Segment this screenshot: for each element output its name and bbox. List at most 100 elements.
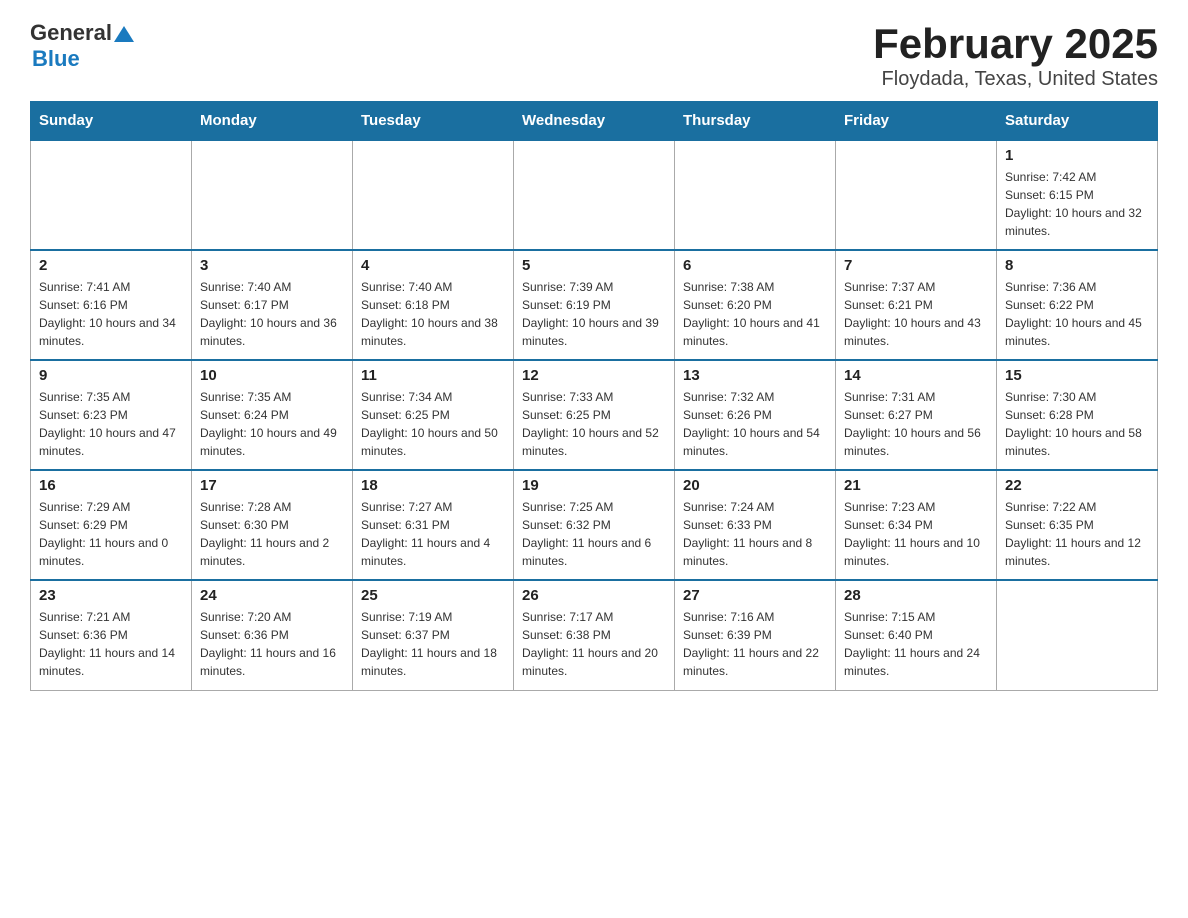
calendar-week-row: 2 Sunrise: 7:41 AM Sunset: 6:16 PM Daylig…	[31, 250, 1158, 360]
calendar-header-row: SundayMondayTuesdayWednesdayThursdayFrid…	[31, 102, 1158, 141]
day-info: Sunrise: 7:32 AM Sunset: 6:26 PM Dayligh…	[683, 388, 827, 460]
day-info: Sunrise: 7:37 AM Sunset: 6:21 PM Dayligh…	[844, 278, 988, 350]
calendar-cell: 10 Sunrise: 7:35 AM Sunset: 6:24 PM Dayli…	[192, 360, 353, 470]
day-number: 24	[200, 587, 344, 604]
calendar-cell	[997, 580, 1158, 690]
calendar-cell: 17 Sunrise: 7:28 AM Sunset: 6:30 PM Dayli…	[192, 470, 353, 580]
day-info: Sunrise: 7:28 AM Sunset: 6:30 PM Dayligh…	[200, 498, 344, 570]
day-number: 15	[1005, 367, 1149, 384]
calendar-cell: 11 Sunrise: 7:34 AM Sunset: 6:25 PM Dayli…	[353, 360, 514, 470]
day-number: 20	[683, 477, 827, 494]
day-info: Sunrise: 7:40 AM Sunset: 6:17 PM Dayligh…	[200, 278, 344, 350]
month-title: February 2025	[873, 20, 1158, 68]
calendar-cell: 27 Sunrise: 7:16 AM Sunset: 6:39 PM Dayli…	[675, 580, 836, 690]
calendar-cell: 19 Sunrise: 7:25 AM Sunset: 6:32 PM Dayli…	[514, 470, 675, 580]
day-number: 21	[844, 477, 988, 494]
calendar-cell: 3 Sunrise: 7:40 AM Sunset: 6:17 PM Daylig…	[192, 250, 353, 360]
calendar-cell	[675, 140, 836, 250]
day-info: Sunrise: 7:27 AM Sunset: 6:31 PM Dayligh…	[361, 498, 505, 570]
day-info: Sunrise: 7:38 AM Sunset: 6:20 PM Dayligh…	[683, 278, 827, 350]
day-number: 4	[361, 257, 505, 274]
day-info: Sunrise: 7:22 AM Sunset: 6:35 PM Dayligh…	[1005, 498, 1149, 570]
calendar-cell: 28 Sunrise: 7:15 AM Sunset: 6:40 PM Dayli…	[836, 580, 997, 690]
day-number: 18	[361, 477, 505, 494]
calendar-cell: 4 Sunrise: 7:40 AM Sunset: 6:18 PM Daylig…	[353, 250, 514, 360]
day-info: Sunrise: 7:25 AM Sunset: 6:32 PM Dayligh…	[522, 498, 666, 570]
calendar-cell: 15 Sunrise: 7:30 AM Sunset: 6:28 PM Dayli…	[997, 360, 1158, 470]
page-header: General Blue February 2025 Floydada, Tex…	[30, 20, 1158, 91]
day-number: 10	[200, 367, 344, 384]
calendar-cell: 12 Sunrise: 7:33 AM Sunset: 6:25 PM Dayli…	[514, 360, 675, 470]
title-section: February 2025 Floydada, Texas, United St…	[873, 20, 1158, 91]
day-number: 25	[361, 587, 505, 604]
calendar-cell: 9 Sunrise: 7:35 AM Sunset: 6:23 PM Daylig…	[31, 360, 192, 470]
day-number: 8	[1005, 257, 1149, 274]
day-info: Sunrise: 7:40 AM Sunset: 6:18 PM Dayligh…	[361, 278, 505, 350]
calendar-week-row: 1Sunrise: 7:42 AM Sunset: 6:15 PM Daylig…	[31, 140, 1158, 250]
calendar-cell: 8 Sunrise: 7:36 AM Sunset: 6:22 PM Daylig…	[997, 250, 1158, 360]
calendar-cell: 22 Sunrise: 7:22 AM Sunset: 6:35 PM Dayli…	[997, 470, 1158, 580]
day-info: Sunrise: 7:39 AM Sunset: 6:19 PM Dayligh…	[522, 278, 666, 350]
day-info: Sunrise: 7:15 AM Sunset: 6:40 PM Dayligh…	[844, 608, 988, 680]
day-number: 2	[39, 257, 183, 274]
calendar-cell	[514, 140, 675, 250]
calendar-cell: 7Sunrise: 7:37 AM Sunset: 6:21 PM Daylig…	[836, 250, 997, 360]
day-info: Sunrise: 7:42 AM Sunset: 6:15 PM Dayligh…	[1005, 168, 1149, 240]
calendar-table: SundayMondayTuesdayWednesdayThursdayFrid…	[30, 101, 1158, 691]
logo-triangle-icon	[114, 24, 134, 44]
day-number: 22	[1005, 477, 1149, 494]
day-info: Sunrise: 7:33 AM Sunset: 6:25 PM Dayligh…	[522, 388, 666, 460]
calendar-cell: 24Sunrise: 7:20 AM Sunset: 6:36 PM Dayli…	[192, 580, 353, 690]
day-info: Sunrise: 7:23 AM Sunset: 6:34 PM Dayligh…	[844, 498, 988, 570]
logo: General Blue	[30, 20, 134, 72]
calendar-cell: 18 Sunrise: 7:27 AM Sunset: 6:31 PM Dayli…	[353, 470, 514, 580]
day-number: 14	[844, 367, 988, 384]
day-number: 16	[39, 477, 183, 494]
calendar-header-monday: Monday	[192, 102, 353, 141]
calendar-header-sunday: Sunday	[31, 102, 192, 141]
day-number: 3	[200, 257, 344, 274]
calendar-cell	[836, 140, 997, 250]
calendar-cell: 26Sunrise: 7:17 AM Sunset: 6:38 PM Dayli…	[514, 580, 675, 690]
calendar-cell: 21 Sunrise: 7:23 AM Sunset: 6:34 PM Dayli…	[836, 470, 997, 580]
day-info: Sunrise: 7:41 AM Sunset: 6:16 PM Dayligh…	[39, 278, 183, 350]
calendar-cell: 16 Sunrise: 7:29 AM Sunset: 6:29 PM Dayli…	[31, 470, 192, 580]
day-info: Sunrise: 7:29 AM Sunset: 6:29 PM Dayligh…	[39, 498, 183, 570]
day-info: Sunrise: 7:36 AM Sunset: 6:22 PM Dayligh…	[1005, 278, 1149, 350]
day-number: 12	[522, 367, 666, 384]
day-info: Sunrise: 7:30 AM Sunset: 6:28 PM Dayligh…	[1005, 388, 1149, 460]
calendar-week-row: 9 Sunrise: 7:35 AM Sunset: 6:23 PM Daylig…	[31, 360, 1158, 470]
logo-blue-text: Blue	[32, 46, 80, 72]
day-info: Sunrise: 7:21 AM Sunset: 6:36 PM Dayligh…	[39, 608, 183, 680]
day-number: 27	[683, 587, 827, 604]
calendar-cell: 1Sunrise: 7:42 AM Sunset: 6:15 PM Daylig…	[997, 140, 1158, 250]
calendar-cell: 13Sunrise: 7:32 AM Sunset: 6:26 PM Dayli…	[675, 360, 836, 470]
day-info: Sunrise: 7:17 AM Sunset: 6:38 PM Dayligh…	[522, 608, 666, 680]
calendar-cell: 23 Sunrise: 7:21 AM Sunset: 6:36 PM Dayli…	[31, 580, 192, 690]
calendar-header-tuesday: Tuesday	[353, 102, 514, 141]
day-number: 19	[522, 477, 666, 494]
calendar-header-wednesday: Wednesday	[514, 102, 675, 141]
day-number: 17	[200, 477, 344, 494]
day-info: Sunrise: 7:34 AM Sunset: 6:25 PM Dayligh…	[361, 388, 505, 460]
day-number: 23	[39, 587, 183, 604]
day-number: 9	[39, 367, 183, 384]
calendar-cell	[192, 140, 353, 250]
day-number: 11	[361, 367, 505, 384]
day-number: 28	[844, 587, 988, 604]
calendar-header-thursday: Thursday	[675, 102, 836, 141]
calendar-header-saturday: Saturday	[997, 102, 1158, 141]
day-info: Sunrise: 7:31 AM Sunset: 6:27 PM Dayligh…	[844, 388, 988, 460]
day-number: 5	[522, 257, 666, 274]
day-info: Sunrise: 7:35 AM Sunset: 6:24 PM Dayligh…	[200, 388, 344, 460]
day-info: Sunrise: 7:19 AM Sunset: 6:37 PM Dayligh…	[361, 608, 505, 680]
day-number: 6	[683, 257, 827, 274]
calendar-week-row: 23 Sunrise: 7:21 AM Sunset: 6:36 PM Dayli…	[31, 580, 1158, 690]
day-info: Sunrise: 7:24 AM Sunset: 6:33 PM Dayligh…	[683, 498, 827, 570]
calendar-cell: 2 Sunrise: 7:41 AM Sunset: 6:16 PM Daylig…	[31, 250, 192, 360]
calendar-header-friday: Friday	[836, 102, 997, 141]
day-info: Sunrise: 7:35 AM Sunset: 6:23 PM Dayligh…	[39, 388, 183, 460]
calendar-cell	[31, 140, 192, 250]
calendar-week-row: 16 Sunrise: 7:29 AM Sunset: 6:29 PM Dayli…	[31, 470, 1158, 580]
day-info: Sunrise: 7:16 AM Sunset: 6:39 PM Dayligh…	[683, 608, 827, 680]
